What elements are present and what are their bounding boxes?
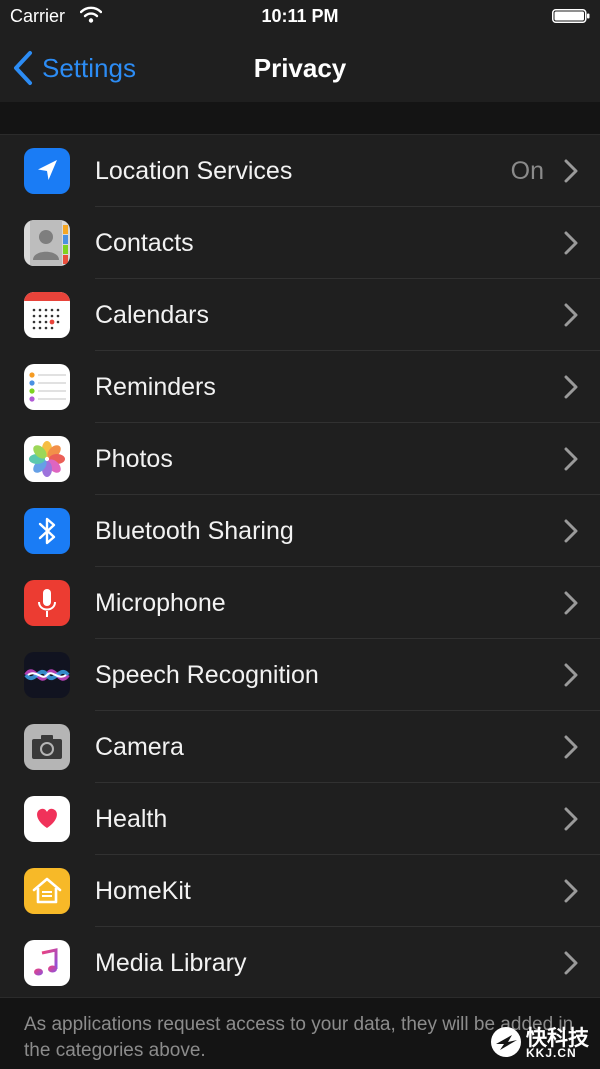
chevron-right-icon xyxy=(564,303,578,327)
list-item-speech-recognition[interactable]: Speech Recognition xyxy=(0,639,600,711)
list-item-label: Media Library xyxy=(95,949,247,977)
calendar-icon xyxy=(24,292,70,338)
chevron-right-icon xyxy=(564,663,578,687)
location-services-status: On xyxy=(510,157,544,185)
watermark-icon xyxy=(491,1027,521,1057)
list-item-camera[interactable]: Camera xyxy=(0,711,600,783)
list-item-label: Speech Recognition xyxy=(95,661,319,689)
page-title: Privacy xyxy=(253,53,347,83)
status-bar: Carrier 10:11 PM xyxy=(0,0,600,34)
chevron-right-icon xyxy=(564,591,578,615)
list-item-health[interactable]: Health xyxy=(0,783,600,855)
camera-icon xyxy=(24,724,70,770)
list-item-label: Bluetooth Sharing xyxy=(95,517,294,545)
contacts-icon xyxy=(24,220,70,266)
music-note-icon xyxy=(24,940,70,986)
bluetooth-icon xyxy=(24,508,70,554)
list-item-reminders[interactable]: Reminders xyxy=(0,351,600,423)
chevron-right-icon xyxy=(564,735,578,759)
list-item-label: HomeKit xyxy=(95,877,191,905)
chevron-right-icon xyxy=(564,879,578,903)
list-item-location-services[interactable]: Location Services On xyxy=(0,135,600,207)
list-item-contacts[interactable]: Contacts xyxy=(0,207,600,279)
list-item-media-library[interactable]: Media Library xyxy=(0,927,600,999)
privacy-settings-list: Location Services On Contacts Calendars … xyxy=(0,134,600,998)
heart-icon xyxy=(24,796,70,842)
chevron-right-icon xyxy=(564,375,578,399)
list-item-bluetooth-sharing[interactable]: Bluetooth Sharing xyxy=(0,495,600,567)
location-arrow-icon xyxy=(24,148,70,194)
list-item-calendars[interactable]: Calendars xyxy=(0,279,600,351)
list-item-label: Microphone xyxy=(95,589,226,617)
list-item-label: Calendars xyxy=(95,301,209,329)
status-time: 10:11 PM xyxy=(261,6,339,26)
home-icon xyxy=(24,868,70,914)
list-item-label: Health xyxy=(95,805,168,833)
list-item-microphone[interactable]: Microphone xyxy=(0,567,600,639)
chevron-right-icon xyxy=(564,159,578,183)
list-item-label: Camera xyxy=(95,733,184,761)
photos-icon xyxy=(24,436,70,482)
chevron-right-icon xyxy=(564,951,578,975)
list-item-photos[interactable]: Photos xyxy=(0,423,600,495)
microphone-icon xyxy=(24,580,70,626)
chevron-right-icon xyxy=(564,519,578,543)
battery-icon xyxy=(552,9,590,23)
list-item-label: Reminders xyxy=(95,373,216,401)
list-item-label: Location Services xyxy=(95,157,293,185)
list-item-homekit[interactable]: HomeKit xyxy=(0,855,600,927)
list-item-label: Photos xyxy=(95,445,173,473)
watermark-logo: 快科技 KKJ.CN xyxy=(490,1022,594,1062)
chevron-right-icon xyxy=(564,447,578,471)
chevron-right-icon xyxy=(564,231,578,255)
navigation-bar: Settings Privacy xyxy=(0,34,600,102)
siri-icon xyxy=(24,652,70,698)
watermark-subtext: KKJ.CN xyxy=(526,1046,577,1060)
list-item-label: Contacts xyxy=(95,229,194,257)
reminders-icon xyxy=(24,364,70,410)
chevron-right-icon xyxy=(564,807,578,831)
